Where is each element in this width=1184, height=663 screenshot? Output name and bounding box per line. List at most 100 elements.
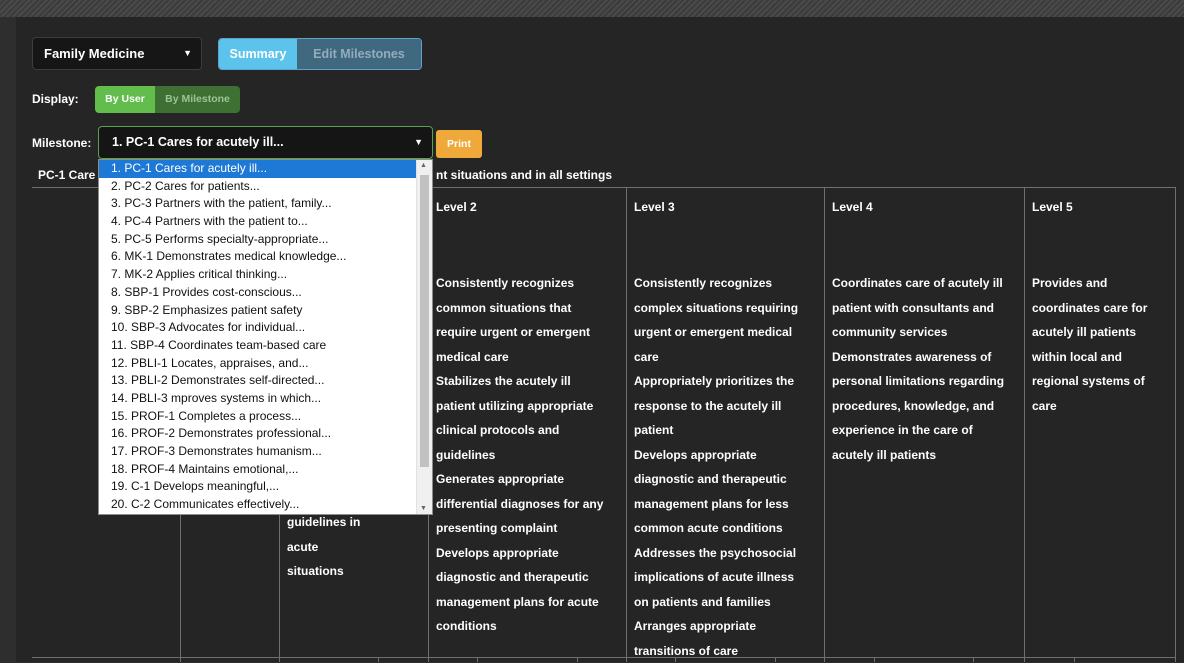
level-3-line: implications of acute illness: [634, 565, 816, 590]
level-2-line: require urgent or emergent: [436, 320, 622, 345]
table-column-divider: [824, 187, 825, 662]
level-2-line: clinical protocols and: [436, 418, 622, 443]
level-3-line: Addresses the psychosocial: [634, 541, 816, 566]
milestone-option[interactable]: 18. PROF-4 Maintains emotional,...: [99, 461, 417, 479]
table-subcolumn-divider: [577, 657, 578, 662]
level-3-line: diagnostic and therapeutic: [634, 467, 816, 492]
level-3-line: on patients and families: [634, 590, 816, 615]
level-1-text: guidelines in acute situations: [287, 510, 377, 584]
milestone-option[interactable]: 9. SBP-2 Emphasizes patient safety: [99, 302, 417, 320]
level-5-line: acutely ill patients: [1032, 320, 1172, 345]
caret-down-icon: ▼: [183, 38, 192, 69]
milestone-option[interactable]: 15. PROF-1 Completes a process...: [99, 408, 417, 426]
level-3-line: urgent or emergent medical: [634, 320, 816, 345]
milestone-option[interactable]: 17. PROF-3 Demonstrates humanism...: [99, 443, 417, 461]
level-3-line: transitions of care: [634, 639, 816, 663]
level-3-line: Appropriately prioritizes the: [634, 369, 816, 394]
level-2-line: Develops appropriate: [436, 541, 622, 566]
level-5-line: regional systems of: [1032, 369, 1172, 394]
milestone-option[interactable]: 3. PC-3 Partners with the patient, famil…: [99, 195, 417, 213]
level-2-line: conditions: [436, 614, 622, 639]
level-2-line: management plans for acute: [436, 590, 622, 615]
summary-button[interactable]: Summary: [219, 39, 297, 69]
level-4-line: patient with consultants and: [832, 296, 1017, 321]
level-5-line: coordinates care for: [1032, 296, 1172, 321]
level-2-line: diagnostic and therapeutic: [436, 565, 622, 590]
display-toggle: By User By Milestone: [95, 86, 240, 113]
milestone-option[interactable]: 4. PC-4 Partners with the patient to...: [99, 213, 417, 231]
milestone-option[interactable]: 8. SBP-1 Provides cost-conscious...: [99, 284, 417, 302]
level-4-line: Coordinates care of acutely ill: [832, 271, 1017, 296]
milestone-select[interactable]: 1. PC-1 Cares for acutely ill... ▼: [98, 126, 433, 159]
level-2-line: Generates appropriate: [436, 467, 622, 492]
level-1-line: situations: [287, 559, 377, 584]
level-3-line: common acute conditions: [634, 516, 816, 541]
milestone-option[interactable]: 2. PC-2 Cares for patients...: [99, 178, 417, 196]
scrollbar-thumb[interactable]: [420, 175, 429, 467]
milestone-title-suffix: nt situations and in all settings: [436, 168, 612, 182]
level-3-line: care: [634, 345, 816, 370]
table-column-divider: [1024, 187, 1025, 662]
level-4-line: personal limitations regarding: [832, 369, 1017, 394]
level-2-line: presenting complaint: [436, 516, 622, 541]
milestone-option[interactable]: 1. PC-1 Cares for acutely ill...: [99, 160, 417, 178]
level-4-line: Demonstrates awareness of: [832, 345, 1017, 370]
milestone-dropdown-list[interactable]: 1. PC-1 Cares for acutely ill... 2. PC-2…: [98, 159, 433, 515]
scroll-down-arrow-icon[interactable]: ▼: [420, 505, 427, 512]
level-5-line: Provides and: [1032, 271, 1172, 296]
table-subcolumn-divider: [378, 657, 379, 662]
milestone-option[interactable]: 14. PBLI-3 mproves systems in which...: [99, 390, 417, 408]
level-2-line: medical care: [436, 345, 622, 370]
table-subcolumn-divider: [973, 657, 974, 662]
table-subcolumn-divider: [477, 657, 478, 662]
milestone-title-prefix: PC-1 Care: [38, 168, 95, 182]
level-5-title: Level 5: [1032, 195, 1172, 271]
by-milestone-button[interactable]: By Milestone: [155, 86, 240, 113]
display-label: Display:: [32, 92, 79, 106]
level-4-line: procedures, knowledge, and: [832, 394, 1017, 419]
scroll-up-arrow-icon[interactable]: ▲: [420, 162, 427, 169]
level-2-title: Level 2: [436, 195, 622, 271]
edit-milestones-button[interactable]: Edit Milestones: [297, 39, 421, 69]
milestone-option[interactable]: 12. PBLI-1 Locates, appraises, and...: [99, 355, 417, 373]
level-4-column: Level 4 Coordinates care of acutely ill …: [832, 188, 1017, 467]
milestone-option[interactable]: 5. PC-5 Performs specialty-appropriate..…: [99, 231, 417, 249]
specialty-select[interactable]: Family Medicine ▼: [32, 37, 202, 70]
specialty-value: Family Medicine: [44, 46, 144, 61]
milestone-option[interactable]: 11. SBP-4 Coordinates team-based care: [99, 337, 417, 355]
caret-down-icon: ▼: [414, 127, 423, 158]
level-3-line: response to the acutely ill: [634, 394, 816, 419]
level-3-line: patient: [634, 418, 816, 443]
table-bottom-border: [32, 657, 1176, 658]
level-3-line: complex situations requiring: [634, 296, 816, 321]
level-5-line: care: [1032, 394, 1172, 419]
milestone-option[interactable]: 6. MK-1 Demonstrates medical knowledge..…: [99, 248, 417, 266]
milestone-option[interactable]: 16. PROF-2 Demonstrates professional...: [99, 425, 417, 443]
level-4-line: experience in the care of: [832, 418, 1017, 443]
level-2-line: Consistently recognizes: [436, 271, 622, 296]
milestone-option[interactable]: 13. PBLI-2 Demonstrates self-directed...: [99, 372, 417, 390]
by-user-button[interactable]: By User: [95, 86, 155, 113]
level-3-line: Develops appropriate: [634, 443, 816, 468]
level-4-title: Level 4: [832, 195, 1017, 271]
dropdown-scrollbar[interactable]: ▲ ▼: [416, 160, 432, 514]
print-button[interactable]: Print: [436, 130, 482, 158]
level-4-line: community services: [832, 320, 1017, 345]
table-subcolumn-divider: [1074, 657, 1075, 662]
top-bar: [0, 0, 1184, 17]
level-2-line: guidelines: [436, 443, 622, 468]
level-4-line: acutely ill patients: [832, 443, 1017, 468]
level-5-text: Provides and coordinates care for acutel…: [1032, 271, 1172, 418]
level-2-column: Level 2 Consistently recognizes common s…: [436, 188, 622, 639]
milestone-option[interactable]: 19. C-1 Develops meaningful,...: [99, 478, 417, 496]
level-1-line: guidelines in acute: [287, 510, 377, 559]
level-4-text: Coordinates care of acutely ill patient …: [832, 271, 1017, 467]
milestone-option[interactable]: 20. C-2 Communicates effectively...: [99, 496, 417, 514]
level-5-line: within local and: [1032, 345, 1172, 370]
milestone-option[interactable]: 10. SBP-3 Advocates for individual...: [99, 319, 417, 337]
level-3-line: Arranges appropriate: [634, 614, 816, 639]
level-3-text: Consistently recognizes complex situatio…: [634, 271, 816, 663]
milestone-option[interactable]: 7. MK-2 Applies critical thinking...: [99, 266, 417, 284]
table-column-divider: [626, 187, 627, 662]
table-subcolumn-divider: [874, 657, 875, 662]
